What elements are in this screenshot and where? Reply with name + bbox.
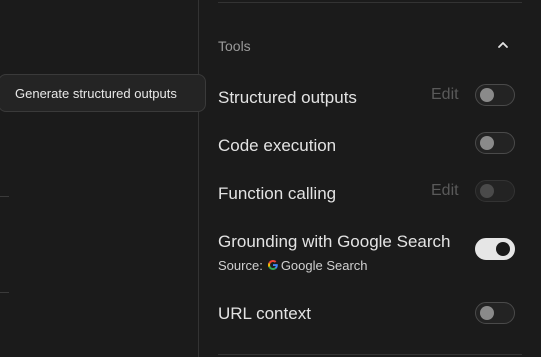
tool-row-structured-outputs: Structured outputs Edit: [218, 84, 522, 110]
tooltip: Generate structured outputs: [0, 74, 206, 112]
source-name: Google Search: [280, 258, 368, 273]
tool-label: URL context: [218, 304, 311, 323]
left-divider: [0, 196, 9, 197]
edit-button[interactable]: Edit: [431, 182, 459, 200]
source-prefix: Source:: [218, 258, 263, 273]
grounding-source: Source: Google Search: [218, 258, 368, 273]
left-divider: [0, 292, 9, 293]
tool-label: Function calling: [218, 184, 337, 203]
grounding-toggle[interactable]: [475, 238, 515, 260]
toggle-knob: [480, 184, 494, 198]
edit-button[interactable]: Edit: [431, 86, 459, 104]
function-calling-toggle[interactable]: [475, 180, 515, 202]
toggle-knob: [480, 136, 494, 150]
tool-label: Structured outputs: [218, 88, 357, 107]
code-execution-toggle[interactable]: [475, 132, 515, 154]
section-divider-bottom: [218, 354, 522, 355]
toggle-knob: [496, 242, 510, 256]
toggle-knob: [480, 306, 494, 320]
google-g-icon: [267, 260, 278, 270]
toggle-knob: [480, 88, 494, 102]
tools-section-title: Tools: [218, 38, 251, 54]
tool-label: Grounding with Google Search: [218, 232, 451, 251]
tool-row-grounding: Grounding with Google Search Source: Goo…: [218, 232, 522, 278]
tool-row-url-context: URL context: [218, 302, 522, 328]
chevron-up-icon[interactable]: [496, 38, 510, 52]
tools-section-header[interactable]: Tools: [218, 36, 522, 58]
structured-outputs-toggle[interactable]: [475, 84, 515, 106]
tool-row-code-execution: Code execution: [218, 132, 522, 158]
panel-divider: [198, 0, 199, 357]
url-context-toggle[interactable]: [475, 302, 515, 324]
left-pane: [0, 0, 198, 357]
tool-row-function-calling: Function calling Edit: [218, 180, 522, 206]
section-divider-top: [218, 2, 522, 3]
tool-label: Code execution: [218, 136, 337, 155]
